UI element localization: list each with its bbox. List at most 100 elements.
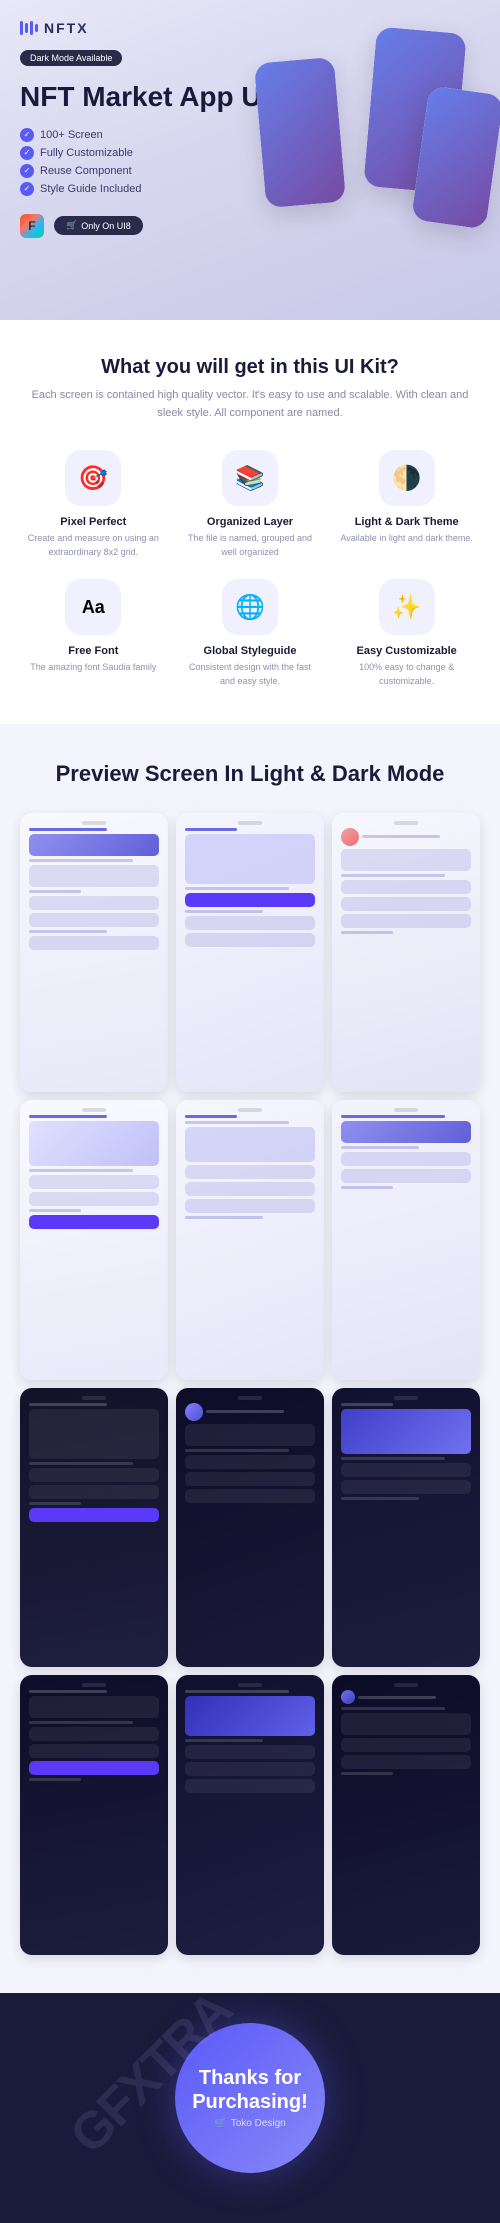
- screen-element: [185, 1121, 289, 1124]
- phone-content: [336, 1403, 476, 1664]
- phone-inner: [24, 1392, 164, 1664]
- screen-card: [341, 897, 471, 911]
- phone-notch: [238, 1683, 262, 1687]
- feature-card-organized-layer: 📚 Organized Layer The file is named, gro…: [177, 450, 324, 559]
- screen-element: [29, 1115, 107, 1118]
- screen-element: [29, 890, 81, 893]
- phone-row: [185, 1403, 315, 1421]
- screen-card: [185, 1779, 315, 1793]
- feature-card-customizable: ✨ Easy Customizable 100% easy to change …: [333, 579, 480, 688]
- screen-card: [29, 1508, 159, 1522]
- phone-notch: [394, 1683, 418, 1687]
- screen-card: [29, 1744, 159, 1758]
- screen-element: [29, 1690, 107, 1693]
- phone-notch: [82, 1108, 106, 1112]
- preview-title: Preview Screen In Light & Dark Mode: [20, 760, 480, 789]
- screen-element: [341, 1707, 445, 1710]
- light-screens-row-1: [20, 813, 480, 1093]
- screen-light-3: [332, 813, 480, 1093]
- feature-card-desc: Create and measure on using an extraordi…: [24, 532, 163, 559]
- screen-card: [341, 880, 471, 894]
- what-section: What you will get in this UI Kit? Each s…: [0, 320, 500, 724]
- screen-element: [341, 1115, 445, 1118]
- screen-card: [29, 913, 159, 927]
- screen-card: [341, 1152, 471, 1166]
- thanks-text-line2: Purchasing!: [192, 2090, 308, 2114]
- screen-card: [185, 1489, 315, 1503]
- screen-dark-4: [20, 1675, 168, 1955]
- screen-card: [341, 1713, 471, 1735]
- screen-element: [341, 931, 393, 934]
- screen-card: [29, 896, 159, 910]
- free-font-icon: Aa: [65, 579, 121, 635]
- phone-content: [180, 1403, 320, 1664]
- phone-content: [24, 1690, 164, 1951]
- phone-inner: [180, 1679, 320, 1951]
- screen-card: [29, 1485, 159, 1499]
- screen-card: [185, 1165, 315, 1179]
- phone-content: [24, 828, 164, 1089]
- screen-card: [29, 1175, 159, 1189]
- screen-element: [206, 1410, 284, 1413]
- feature-card-pixel-perfect: 🎯 Pixel Perfect Create and measure on us…: [20, 450, 167, 559]
- thanks-circle: Thanks for Purchasing! 🛒 Toko Design: [175, 2023, 325, 2173]
- phone-content: [24, 1403, 164, 1664]
- feature-card-desc: The file is named, grouped and well orga…: [181, 532, 320, 559]
- phone-inner: [180, 1392, 320, 1664]
- avatar: [341, 828, 359, 846]
- logo-text: NFTX: [44, 20, 89, 36]
- screen-card: [29, 1409, 159, 1459]
- phone-inner: [336, 1679, 476, 1951]
- phone-content: [180, 828, 320, 1089]
- screen-card: [341, 914, 471, 928]
- feature-card-desc: Available in light and dark theme.: [337, 532, 476, 546]
- screen-card: [185, 916, 315, 930]
- screen-element: [185, 1690, 289, 1693]
- screen-card: [185, 1182, 315, 1196]
- screen-element: [185, 910, 263, 913]
- screen-card: [29, 1696, 159, 1718]
- screen-card: [29, 1727, 159, 1741]
- screen-element: [358, 1696, 436, 1699]
- screen-element: [185, 1449, 289, 1452]
- screen-card: [185, 1472, 315, 1486]
- screen-element: [185, 1739, 263, 1742]
- phone-content: [180, 1690, 320, 1951]
- screen-card: [341, 1480, 471, 1494]
- screen-dark-5: [176, 1675, 324, 1955]
- screen-card: [29, 1192, 159, 1206]
- phone-notch: [82, 1396, 106, 1400]
- logo-icon: [20, 21, 38, 35]
- phone-content: [336, 828, 476, 1089]
- hero-section: NFTX Dark Mode Available NFT Market App …: [0, 0, 500, 320]
- features-grid: 🎯 Pixel Perfect Create and measure on us…: [20, 450, 480, 688]
- screen-element: [341, 874, 445, 877]
- phone-row: [341, 828, 471, 846]
- screen-element: [29, 1502, 81, 1505]
- screen-dark-2: [176, 1388, 324, 1668]
- screen-element: [341, 1457, 445, 1460]
- preview-section: Preview Screen In Light & Dark Mode: [0, 724, 500, 1993]
- screen-dark-3: [332, 1388, 480, 1668]
- phone-inner: [180, 817, 320, 1089]
- phone-inner: [24, 817, 164, 1089]
- screen-card: [185, 1127, 315, 1162]
- feature-card-light-dark: 🌗 Light & Dark Theme Available in light …: [333, 450, 480, 559]
- phone-notch: [82, 821, 106, 825]
- light-dark-icon: 🌗: [379, 450, 435, 506]
- phone-inner: [24, 1679, 164, 1951]
- check-icon: ✓: [20, 146, 34, 160]
- phone-notch: [238, 821, 262, 825]
- screen-element: [29, 930, 107, 933]
- screen-card: [185, 1745, 315, 1759]
- screen-element: [29, 1462, 133, 1465]
- organized-layer-icon: 📚: [222, 450, 278, 506]
- screen-element: [362, 835, 440, 838]
- thanks-text-line1: Thanks for: [199, 2066, 301, 2090]
- screen-card: [341, 1463, 471, 1477]
- screen-card: [29, 1121, 159, 1166]
- screen-card: [29, 834, 159, 856]
- check-icon: ✓: [20, 182, 34, 196]
- dark-screens-row-2: [20, 1675, 480, 1955]
- screen-card: [341, 1409, 471, 1454]
